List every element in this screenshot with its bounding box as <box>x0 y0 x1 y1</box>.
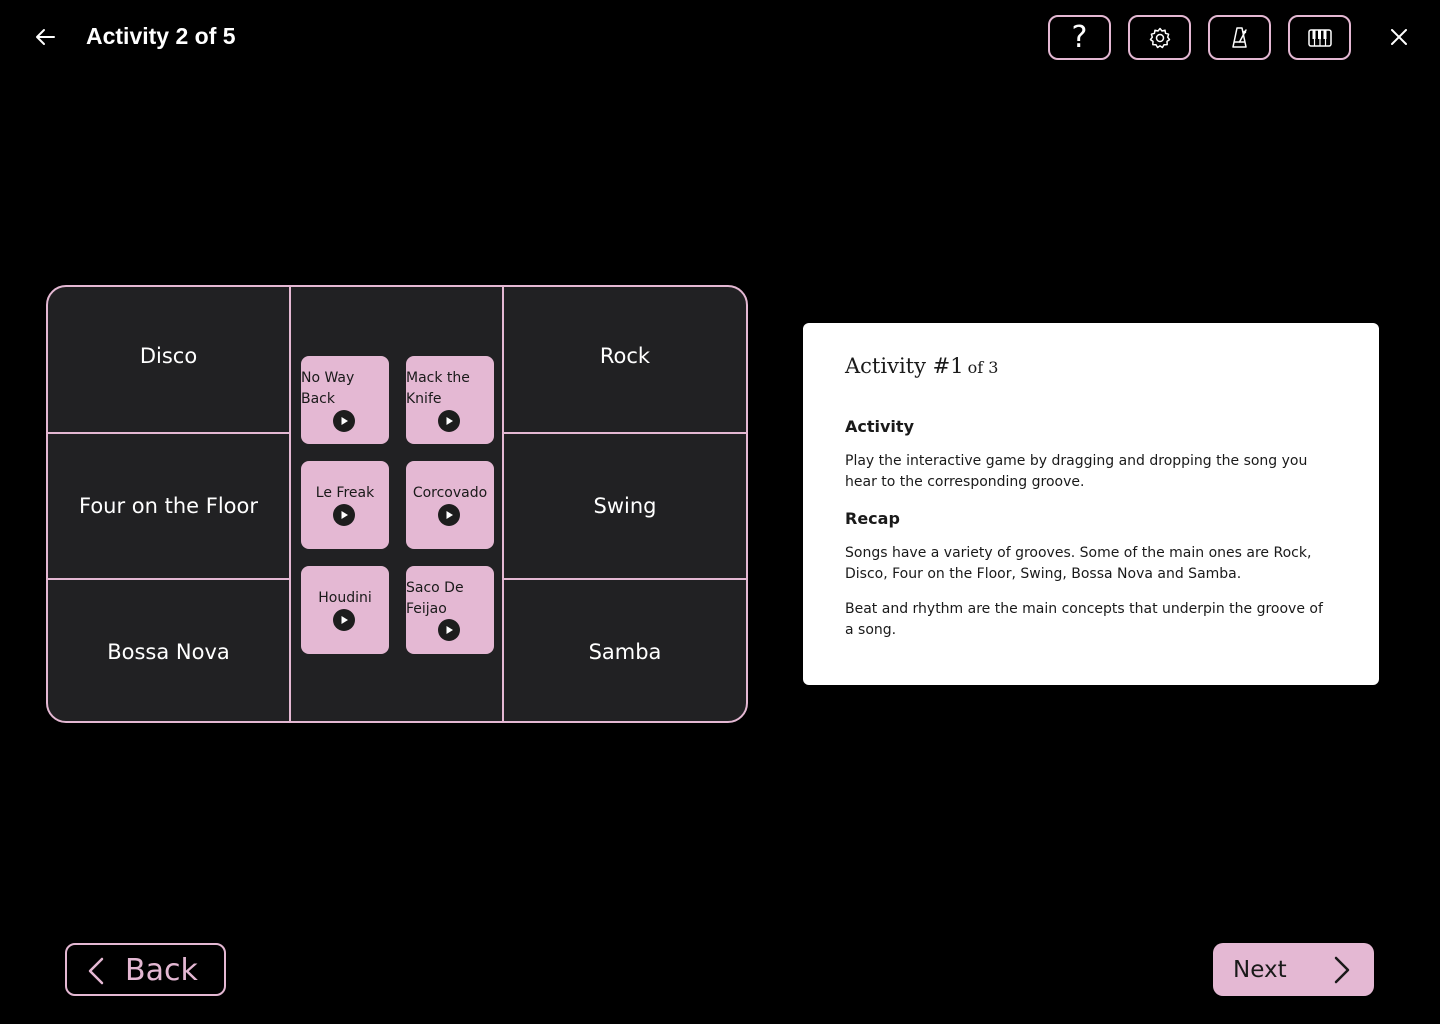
play-icon <box>341 417 348 425</box>
close-button[interactable] <box>1384 22 1414 52</box>
play-icon <box>446 417 453 425</box>
groove-dropzone-disco[interactable]: Disco <box>48 287 291 432</box>
back-button[interactable]: Back <box>65 943 226 996</box>
recap-text: Songs have a variety of grooves. Some of… <box>845 545 1312 582</box>
song-title-line: Saco De <box>406 580 464 596</box>
groove-dropzone-swing[interactable]: Swing <box>502 432 746 578</box>
gear-icon <box>1149 27 1170 48</box>
song-title: Le Freak <box>315 485 375 501</box>
close-icon <box>1391 29 1407 45</box>
groove-dropzone-four-on-the-floor[interactable]: Four on the Floor <box>48 432 291 578</box>
play-button[interactable] <box>438 504 460 526</box>
groove-label: Swing <box>593 494 657 518</box>
settings-button[interactable] <box>1128 15 1191 60</box>
activity-description: Play the interactive game by dragging an… <box>845 453 1308 490</box>
play-icon <box>341 511 348 519</box>
groove-dropzone-bossa-nova[interactable]: Bossa Nova <box>48 578 291 721</box>
activity-heading: Activity <box>845 417 914 436</box>
groove-label: Bossa Nova <box>107 639 230 664</box>
groove-dropzone-samba[interactable]: Samba <box>502 578 746 721</box>
chevron-left-icon <box>88 957 104 985</box>
groove-matching-board: Disco Four on the Floor Bossa Nova Rock … <box>46 285 748 723</box>
play-button[interactable] <box>333 410 355 432</box>
back-button-label: Back <box>125 953 198 988</box>
song-title: Corcovado <box>412 485 488 501</box>
card-title-suffix: of 3 <box>967 358 999 377</box>
groove-label: Four on the Floor <box>78 494 258 518</box>
help-button[interactable]: ? <box>1048 15 1111 60</box>
page-title: Activity 2 of 5 <box>86 23 236 49</box>
activity-info-card: Activity #1 of 3 Activity Play the intera… <box>803 323 1379 685</box>
song-title-line: Knife <box>406 391 442 407</box>
groove-dropzone-rock[interactable]: Rock <box>502 287 746 432</box>
song-tile-no-way-back[interactable]: No Way Back <box>301 356 389 444</box>
song-tile-saco-de-feijao[interactable]: Saco De Feijao <box>406 566 494 654</box>
card-title: Activity #1 of 3 <box>845 353 1337 381</box>
metronome-icon <box>1231 26 1247 48</box>
play-button[interactable] <box>333 504 355 526</box>
song-title-line: Mack the <box>406 370 470 386</box>
groove-label: Rock <box>599 343 651 368</box>
play-button[interactable] <box>333 609 355 631</box>
song-title-line: Back <box>301 391 335 407</box>
song-tile-corcovado[interactable]: Corcovado <box>406 461 494 549</box>
next-button-label: Next <box>1233 957 1287 983</box>
play-button[interactable] <box>438 619 460 641</box>
back-arrow-button[interactable] <box>30 22 60 52</box>
song-title-line: Feijao <box>406 601 447 617</box>
song-title: Houdini <box>318 590 372 606</box>
recap-text: Beat and rhythm are the main concepts th… <box>845 601 1323 638</box>
play-icon <box>341 616 348 624</box>
groove-label: Samba <box>588 639 662 664</box>
recap-heading: Recap <box>845 509 900 528</box>
chevron-right-icon <box>1334 956 1350 984</box>
play-button[interactable] <box>438 410 460 432</box>
metronome-button[interactable] <box>1208 15 1271 60</box>
song-title-line: No Way <box>301 370 355 386</box>
card-title-main: Activity #1 <box>845 354 964 378</box>
arrow-left-icon <box>36 29 55 45</box>
next-button[interactable]: Next <box>1213 943 1374 996</box>
song-tile-houdini[interactable]: Houdini <box>301 566 389 654</box>
piano-keyboard-icon <box>1307 28 1332 47</box>
piano-button[interactable] <box>1288 15 1351 60</box>
play-icon <box>446 626 453 634</box>
groove-label: Disco <box>139 343 198 368</box>
play-icon <box>446 511 453 519</box>
question-icon: ? <box>1071 19 1088 55</box>
song-tile-mack-the-knife[interactable]: Mack the Knife <box>406 356 494 444</box>
song-tile-le-freak[interactable]: Le Freak <box>301 461 389 549</box>
